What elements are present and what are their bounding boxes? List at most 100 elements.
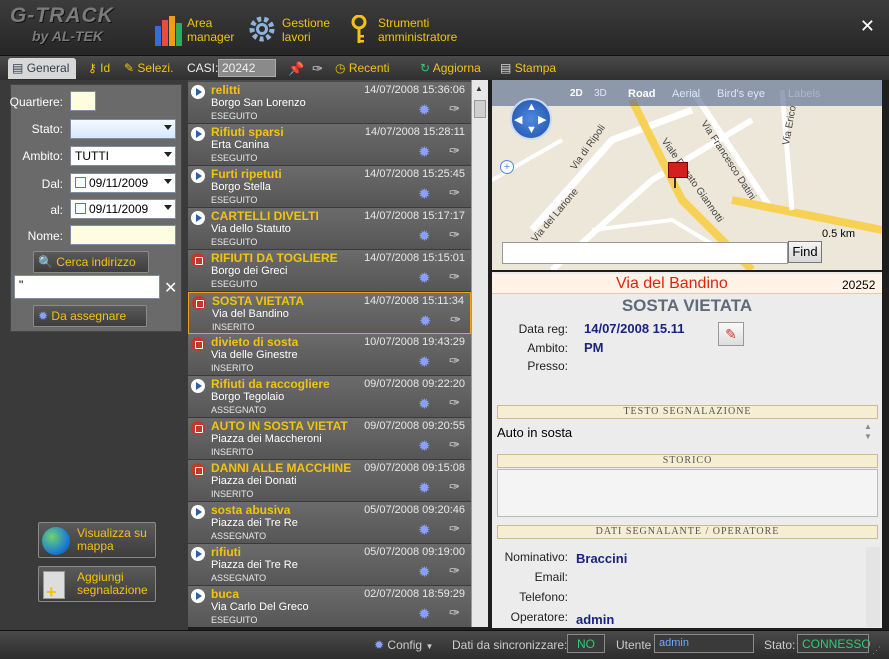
gear-icon[interactable]: ✹ [419,314,432,329]
ambito-select[interactable]: TUTTI [70,146,176,166]
detail-address: Via del Bandino [616,275,728,292]
refresh-icon: ↻ [420,61,431,75]
gear-icon[interactable]: ✹ [418,481,431,496]
tab-id[interactable]: ⚷ Id [88,61,110,75]
dal-date-picker[interactable]: 09/11/2009 [70,173,176,193]
clear-icon[interactable]: ✕ [164,278,177,298]
detail-scrollbar[interactable] [866,547,880,627]
list-item[interactable]: Rifiuti sparsi 14/07/2008 15:28:11 Erta C… [188,124,471,166]
gear-icon[interactable]: ✹ [418,355,431,370]
al-checkbox[interactable] [75,203,86,214]
gear-icon[interactable]: ✹ [418,523,431,538]
list-item[interactable]: AUTO IN SOSTA VIETAT 09/07/2008 09:20:55 … [188,418,471,460]
map-pan-control[interactable]: ▲ ▼ ◀ ▶ [510,98,552,140]
mode-2d[interactable]: 2D [570,88,583,99]
al-date-picker[interactable]: 09/11/2009 [70,199,176,219]
mode-aerial[interactable]: Aerial [672,88,700,100]
gear-icon[interactable]: ✹ [418,229,431,244]
list-item[interactable]: Rifiuti da raccogliere 09/07/2008 09:22:2… [188,376,471,418]
pin-icon[interactable]: ✑ [449,270,460,284]
scrollbar-thumb[interactable] [474,100,486,118]
pin-icon[interactable]: ✑ [449,522,460,536]
list-item[interactable]: sosta abusiva 05/07/2008 09:20:46 Piazza … [188,502,471,544]
gear-icon[interactable]: ✹ [418,397,431,412]
recenti-button[interactable]: ◷ Recenti [335,61,390,75]
gear-icon[interactable]: ✹ [418,565,431,580]
gear-icon[interactable]: ✹ [418,145,431,160]
list-item[interactable]: RIFIUTI DA TOGLIERE 14/07/2008 15:15:01 B… [188,250,471,292]
list-item[interactable]: relitti 14/07/2008 15:36:06 Borgo San Lor… [188,82,471,124]
right-toolbar: ▤ Stampa [492,56,889,80]
gear-icon[interactable]: ✹ [418,103,431,118]
quartiere-input[interactable] [70,91,96,111]
list-scrollbar[interactable]: ▲ [471,80,488,627]
list-item-selected[interactable]: SOSTA VIETATA 14/07/2008 15:11:34 Via del… [188,292,471,334]
pin-icon[interactable]: ✑ [450,313,461,327]
find-button[interactable]: Find [788,241,822,263]
detail-title: SOSTA VIETATA [621,296,753,315]
pin-icon[interactable]: ✑ [449,228,460,242]
scroll-up-icon[interactable]: ▲ [475,84,483,93]
map-view[interactable]: 2D 3D Road Aerial Bird's eye Labels ▲ ▼ … [492,80,882,270]
pin-icon[interactable]: ✑ [449,186,460,200]
visualizza-mappa-button[interactable]: Visualizza su mappa [38,522,156,558]
pin-icon[interactable]: ✑ [449,102,460,116]
mode-birds-eye[interactable]: Bird's eye [717,88,765,100]
da-assegnare-button[interactable]: ✹ Da assegnare [33,305,147,327]
aggiungi-segnalazione-button[interactable]: + Aggiungi segnalazione [38,566,156,602]
address-input[interactable]: " [14,275,160,299]
gray-pin-icon[interactable]: ✑ [312,61,323,77]
list-item[interactable]: rifiuti 05/07/2008 09:19:00 Piazza dei Tr… [188,544,471,586]
tab-selezi[interactable]: ✎ Selezi. [124,61,173,75]
mode-labels[interactable]: Labels [788,88,820,100]
gear-icon[interactable]: ✹ [418,187,431,202]
gear-icon[interactable]: ✹ [418,607,431,622]
nome-input[interactable] [70,225,176,245]
area-manager-button[interactable] [154,14,184,46]
edit-icon[interactable]: ✎ [718,322,744,346]
dati-header: DATI SEGNALANTE / OPERATORE [497,525,878,539]
resize-grip-icon[interactable]: ⋰ [872,645,881,656]
pin-icon[interactable]: ✑ [449,396,460,410]
dal-checkbox[interactable] [75,177,86,188]
tab-general[interactable]: ▤ General [8,58,76,79]
pin-icon[interactable]: ✑ [449,144,460,158]
gear-icon[interactable]: ✹ [418,439,431,454]
gear-icon[interactable]: ✹ [418,271,431,286]
pin-icon[interactable]: ✑ [449,606,460,620]
list-item[interactable]: divieto di sosta 10/07/2008 19:43:29 Via … [188,334,471,376]
add-document-icon: + [43,571,65,602]
search-icon: 🔍 [38,255,53,269]
aggiorna-button[interactable]: ↻ Aggiorna [420,61,481,75]
mode-3d[interactable]: 3D [594,88,607,99]
pin-icon[interactable]: ✑ [449,438,460,452]
zoom-in-icon[interactable]: + [500,160,514,174]
ambito-detail-label: Ambito: [527,341,568,355]
nav-strumenti-label[interactable]: Strumenti amministratore [378,16,457,44]
list-item[interactable]: buca 02/07/2008 18:59:29 Via Carlo Del Gr… [188,586,471,627]
list-item[interactable]: CARTELLI DIVELTI 14/07/2008 15:17:17 Via … [188,208,471,250]
nav-gestione-lavori-label[interactable]: Gestione lavori [282,16,330,44]
map-pin-icon[interactable] [668,162,688,178]
gestione-lavori-button[interactable] [248,15,276,43]
stop-status-icon [191,337,205,351]
list-item[interactable]: Furti ripetuti 14/07/2008 15:25:45 Borgo … [188,166,471,208]
pin-icon[interactable]: ✑ [449,354,460,368]
detail-id: 20252 [842,278,876,292]
pin-icon[interactable]: ✑ [449,564,460,578]
strumenti-button[interactable] [350,14,368,45]
mode-road[interactable]: Road [628,88,656,100]
stampa-button[interactable]: ▤ Stampa [500,61,556,75]
stop-status-icon [192,296,206,310]
pin-icon[interactable]: ✑ [449,480,460,494]
cerca-indirizzo-button[interactable]: 🔍 Cerca indirizzo [33,251,149,273]
map-search-input[interactable] [502,242,788,264]
list-item[interactable]: DANNI ALLE MACCHINE 09/07/2008 09:15:08 P… [188,460,471,502]
red-pin-icon[interactable]: 📌 [288,61,304,77]
config-menu[interactable]: ✹ Config ▼ [374,638,433,652]
nav-area-manager-label[interactable]: Area manager [187,16,234,44]
stato-select[interactable] [70,119,176,139]
casi-count: 20242 [218,59,276,77]
testo-scroll[interactable]: ▲ ▼ [864,422,872,442]
close-icon[interactable]: ✕ [860,17,875,35]
